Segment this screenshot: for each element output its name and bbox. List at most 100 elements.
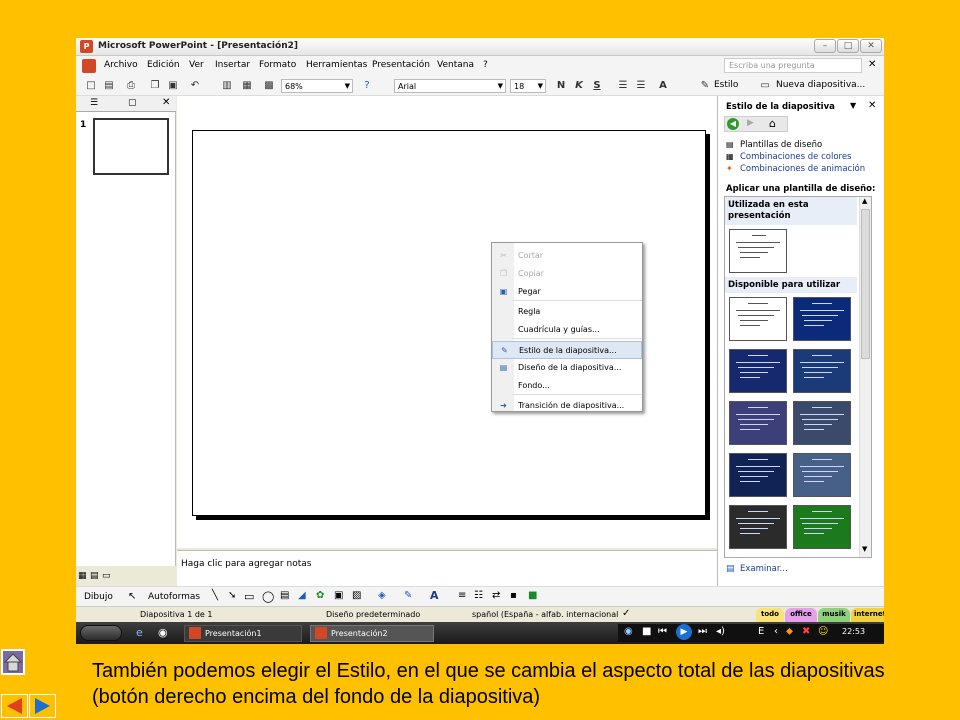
outline-tab[interactable]: ☰: [90, 98, 98, 108]
autoshapes-button[interactable]: Autoformas: [148, 592, 200, 602]
copy-icon[interactable]: ❐: [148, 79, 162, 93]
previous-button[interactable]: [1, 694, 28, 718]
menu-insertar[interactable]: Insertar: [215, 60, 250, 70]
wordart-icon[interactable]: ◢: [298, 590, 306, 601]
paste-icon[interactable]: ▣: [166, 79, 180, 93]
context-menu-item[interactable]: Fondo...: [492, 377, 642, 395]
scroll-down-icon[interactable]: ▼: [862, 545, 867, 553]
scroll-up-icon[interactable]: ▲: [862, 197, 867, 205]
undo-icon[interactable]: ↶: [188, 79, 202, 93]
menu-ver[interactable]: Ver: [189, 60, 204, 70]
menu-edicion[interactable]: Edición: [147, 60, 180, 70]
select-pointer-icon[interactable]: ↖: [128, 591, 136, 602]
template-thumbnail[interactable]: [793, 505, 851, 549]
menu-ventana[interactable]: Ventana: [437, 60, 474, 70]
back-icon[interactable]: ◀: [727, 118, 739, 130]
design-templates-link[interactable]: Plantillas de diseño: [740, 140, 822, 150]
menu-presentacion[interactable]: Presentación: [372, 60, 430, 70]
template-thumbnail[interactable]: [729, 505, 787, 549]
close-button[interactable]: ✕: [860, 39, 882, 53]
print-icon[interactable]: ⎙: [124, 79, 138, 93]
new-icon[interactable]: □: [84, 79, 98, 93]
close-icon[interactable]: ✕: [868, 100, 876, 111]
media-icon[interactable]: ◉: [158, 626, 168, 639]
minimize-button[interactable]: –: [814, 39, 836, 53]
template-thumbnail[interactable]: [729, 453, 787, 497]
open-icon[interactable]: ▤: [102, 79, 116, 93]
media-stop-icon[interactable]: ■: [642, 626, 651, 637]
security-icon[interactable]: ✖: [802, 626, 810, 637]
table-icon[interactable]: ▦: [240, 79, 254, 93]
home-button[interactable]: [1, 649, 25, 675]
normal-view-icon[interactable]: ▦: [78, 571, 87, 581]
context-menu-item[interactable]: Cuadrícula y guías...: [492, 321, 642, 339]
chevron-left-icon[interactable]: ‹: [774, 626, 778, 637]
textbox-icon[interactable]: ▤: [280, 590, 289, 601]
menu-herramientas[interactable]: Herramientas: [306, 60, 367, 70]
volume-icon[interactable]: ◂): [716, 626, 725, 637]
context-menu-item[interactable]: ▤ Diseño de la diapositiva...: [492, 359, 642, 377]
home-icon[interactable]: ⌂: [769, 117, 776, 130]
forward-icon[interactable]: ▶: [747, 118, 754, 128]
line-style-icon[interactable]: ≡: [458, 590, 466, 601]
powerpoint-icon[interactable]: P: [80, 40, 93, 53]
task-button-2[interactable]: Presentación2: [310, 625, 434, 642]
template-thumbnail[interactable]: [729, 349, 787, 393]
category-tab[interactable]: office: [785, 608, 817, 622]
menu-archivo[interactable]: Archivo: [104, 60, 138, 70]
close-icon[interactable]: ✕: [162, 97, 170, 108]
line-icon[interactable]: ╲: [212, 590, 218, 601]
context-menu-item[interactable]: ✎ Estilo de la diapositiva...: [492, 341, 642, 359]
bold-button[interactable]: N: [554, 79, 568, 93]
design-icon[interactable]: ✎: [698, 79, 712, 93]
template-thumbnail[interactable]: [793, 349, 851, 393]
document-icon[interactable]: [82, 59, 96, 73]
menu-formato[interactable]: Formato: [259, 60, 296, 70]
draw-menu-button[interactable]: Dibujo: [84, 592, 113, 602]
diagram-icon[interactable]: ✿: [316, 590, 324, 601]
category-tab[interactable]: internet: [851, 608, 884, 622]
font-grow-icon[interactable]: A: [656, 79, 670, 93]
template-thumbnail[interactable]: [729, 297, 787, 341]
template-thumbnail[interactable]: [793, 453, 851, 497]
messenger-icon[interactable]: ☺: [818, 626, 828, 637]
fill-color-icon[interactable]: ◈: [378, 590, 386, 601]
context-menu-item[interactable]: ▣ Pegar: [492, 283, 642, 301]
template-thumbnail[interactable]: [729, 401, 787, 445]
font-size-select[interactable]: 18 ▼: [510, 79, 546, 93]
menu-help[interactable]: ?: [483, 60, 488, 70]
media-main-play-icon[interactable]: ▶: [676, 624, 692, 640]
scroll-thumb[interactable]: [861, 209, 870, 359]
context-menu-item[interactable]: Regla: [492, 303, 642, 321]
ask-question-input[interactable]: Escriba una pregunta: [724, 58, 862, 73]
category-tab[interactable]: musik: [818, 608, 850, 622]
font-select[interactable]: Arial ▼: [394, 79, 506, 93]
color-schemes-link[interactable]: Combinaciones de colores: [740, 152, 851, 162]
chevron-down-icon[interactable]: ▼: [850, 101, 856, 110]
shadow-icon[interactable]: ▪: [510, 590, 517, 601]
align-center-icon[interactable]: ☰: [634, 79, 648, 93]
media-prev-icon[interactable]: ⏮: [658, 626, 667, 637]
grid-icon[interactable]: ▩: [262, 79, 276, 93]
template-thumbnail[interactable]: [729, 557, 787, 558]
oval-icon[interactable]: ◯: [262, 590, 274, 603]
task-button-1[interactable]: Presentación1: [184, 625, 302, 642]
italic-button[interactable]: K: [572, 79, 586, 93]
network-icon[interactable]: ⬥: [786, 626, 793, 637]
media-next-icon[interactable]: ⏭: [698, 626, 707, 637]
tray-e-icon[interactable]: E: [758, 626, 764, 637]
underline-button[interactable]: S: [590, 79, 604, 93]
design-button[interactable]: Estilo: [714, 80, 738, 90]
maximize-button[interactable]: □: [837, 39, 859, 53]
arrow-style-icon[interactable]: ⇄: [492, 590, 500, 601]
slideshow-view-icon[interactable]: ▭: [102, 571, 111, 581]
3d-icon[interactable]: ■: [528, 590, 537, 601]
line-color-icon[interactable]: ✎: [404, 590, 412, 601]
context-menu-item[interactable]: ➜ Transición de diapositiva...: [492, 397, 642, 415]
zoom-select[interactable]: 68% ▼: [281, 79, 353, 93]
next-button[interactable]: [29, 694, 56, 718]
new-slide-button[interactable]: Nueva diapositiva...: [776, 80, 865, 90]
category-tab[interactable]: todo: [756, 608, 784, 622]
notes-pane[interactable]: Haga clic para agregar notas: [177, 550, 717, 586]
sorter-view-icon[interactable]: ▤: [90, 571, 99, 581]
